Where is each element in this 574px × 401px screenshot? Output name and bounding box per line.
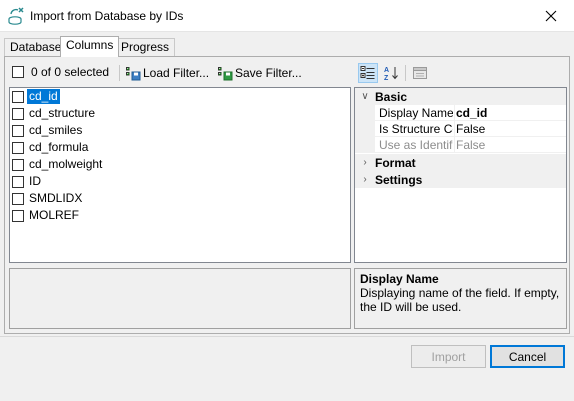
property-value[interactable]: cd_id <box>456 106 487 120</box>
list-item[interactable]: cd_molweight <box>12 156 104 173</box>
toolbar-separator <box>405 65 406 81</box>
list-item[interactable]: MOLREF <box>12 207 81 224</box>
window-title: Import from Database by IDs <box>30 9 184 23</box>
close-button[interactable] <box>528 0 574 31</box>
categorized-icon <box>360 66 375 79</box>
save-filter-icon <box>218 67 233 81</box>
tab-progress[interactable]: Progress <box>115 38 176 56</box>
chevron-right-icon[interactable]: › <box>355 174 375 185</box>
property-name: Use as Identifi <box>379 138 453 152</box>
column-label: cd_smiles <box>29 123 83 137</box>
column-label: ID <box>29 174 41 188</box>
alphabetical-sort-button[interactable]: A Z <box>381 63 401 83</box>
property-name: Is Structure Cc <box>379 122 453 136</box>
column-label: cd_formula <box>29 140 89 154</box>
column-checklist[interactable]: cd_id cd_structure cd_smiles cd_formula … <box>9 87 351 263</box>
property-value[interactable]: False <box>456 122 485 136</box>
load-filter-label: Load Filter... <box>143 66 210 80</box>
load-filter-icon <box>126 67 141 81</box>
column-checkbox[interactable] <box>12 90 24 103</box>
column-label: cd_id <box>27 89 60 104</box>
save-filter-label: Save Filter... <box>235 66 302 80</box>
column-checkbox[interactable] <box>12 124 24 137</box>
footer-divider <box>0 336 574 337</box>
list-item[interactable]: cd_id <box>12 88 60 105</box>
property-name: Display Name <box>379 106 453 120</box>
columns-toolbar: 0 of 0 selected Load Filter... Save Filt… <box>9 62 349 84</box>
property-row-use-as-identifier: Use as Identifi False <box>355 137 566 153</box>
select-all-checkbox[interactable] <box>12 66 24 78</box>
column-checkbox[interactable] <box>12 175 24 188</box>
list-item[interactable]: ID <box>12 173 43 190</box>
save-filter-button[interactable]: Save Filter... <box>217 65 302 81</box>
import-button[interactable]: Import <box>411 345 486 368</box>
property-help-panel: Display Name Displaying name of the fiel… <box>354 268 567 329</box>
svg-text:Z: Z <box>384 75 389 81</box>
column-label: MOLREF <box>29 208 80 222</box>
column-checkbox[interactable] <box>12 141 24 154</box>
title-bar: Import from Database by IDs <box>0 0 574 32</box>
column-checkbox[interactable] <box>12 107 24 120</box>
property-row-is-structure[interactable]: Is Structure Cc False <box>355 121 566 137</box>
toolbar-separator <box>119 65 120 81</box>
property-pages-button[interactable] <box>410 63 430 83</box>
tab-database[interactable]: Database <box>4 38 68 56</box>
category-settings[interactable]: › Settings <box>355 171 566 188</box>
alphabetical-sort-icon: A Z <box>384 67 398 81</box>
category-format[interactable]: › Format <box>355 154 566 171</box>
close-icon <box>545 10 557 21</box>
help-description: Displaying name of the field. If empty, … <box>360 286 560 314</box>
list-item[interactable]: cd_structure <box>12 105 97 122</box>
load-filter-button[interactable]: Load Filter... <box>125 65 209 81</box>
property-row-display-name[interactable]: Display Name cd_id <box>355 105 566 121</box>
categorized-button[interactable] <box>358 63 378 83</box>
list-item[interactable]: SMDLIDX <box>12 190 84 207</box>
selection-count-label: 0 of 0 selected <box>31 65 110 79</box>
cancel-button[interactable]: Cancel <box>490 345 565 368</box>
category-label: Basic <box>375 89 408 104</box>
category-label: Format <box>375 155 416 170</box>
list-item[interactable]: cd_formula <box>12 139 90 156</box>
preview-panel <box>9 268 351 329</box>
list-item[interactable]: cd_smiles <box>12 122 84 139</box>
property-value: False <box>456 138 486 152</box>
column-checkbox[interactable] <box>12 209 24 222</box>
chevron-down-icon[interactable]: ∨ <box>355 91 375 102</box>
property-pages-icon <box>413 67 427 79</box>
category-basic[interactable]: ∨ Basic <box>355 88 566 105</box>
help-title: Display Name <box>360 272 439 286</box>
tab-columns[interactable]: Columns <box>60 36 120 57</box>
database-import-icon <box>8 7 24 25</box>
property-grid[interactable]: ∨ Basic Display Name cd_id Is Structure … <box>354 87 567 263</box>
column-label: cd_molweight <box>29 157 103 171</box>
chevron-right-icon[interactable]: › <box>355 157 375 168</box>
svg-text:A: A <box>384 67 389 74</box>
column-checkbox[interactable] <box>12 158 24 171</box>
column-checkbox[interactable] <box>12 192 24 205</box>
columns-tab-panel: 0 of 0 selected Load Filter... Save Filt… <box>4 56 570 334</box>
property-grid-toolbar: A Z <box>358 62 568 84</box>
category-label: Settings <box>375 172 423 187</box>
column-label: SMDLIDX <box>29 191 83 205</box>
column-label: cd_structure <box>29 106 96 120</box>
select-all-toggle[interactable]: 0 of 0 selected <box>12 65 109 79</box>
